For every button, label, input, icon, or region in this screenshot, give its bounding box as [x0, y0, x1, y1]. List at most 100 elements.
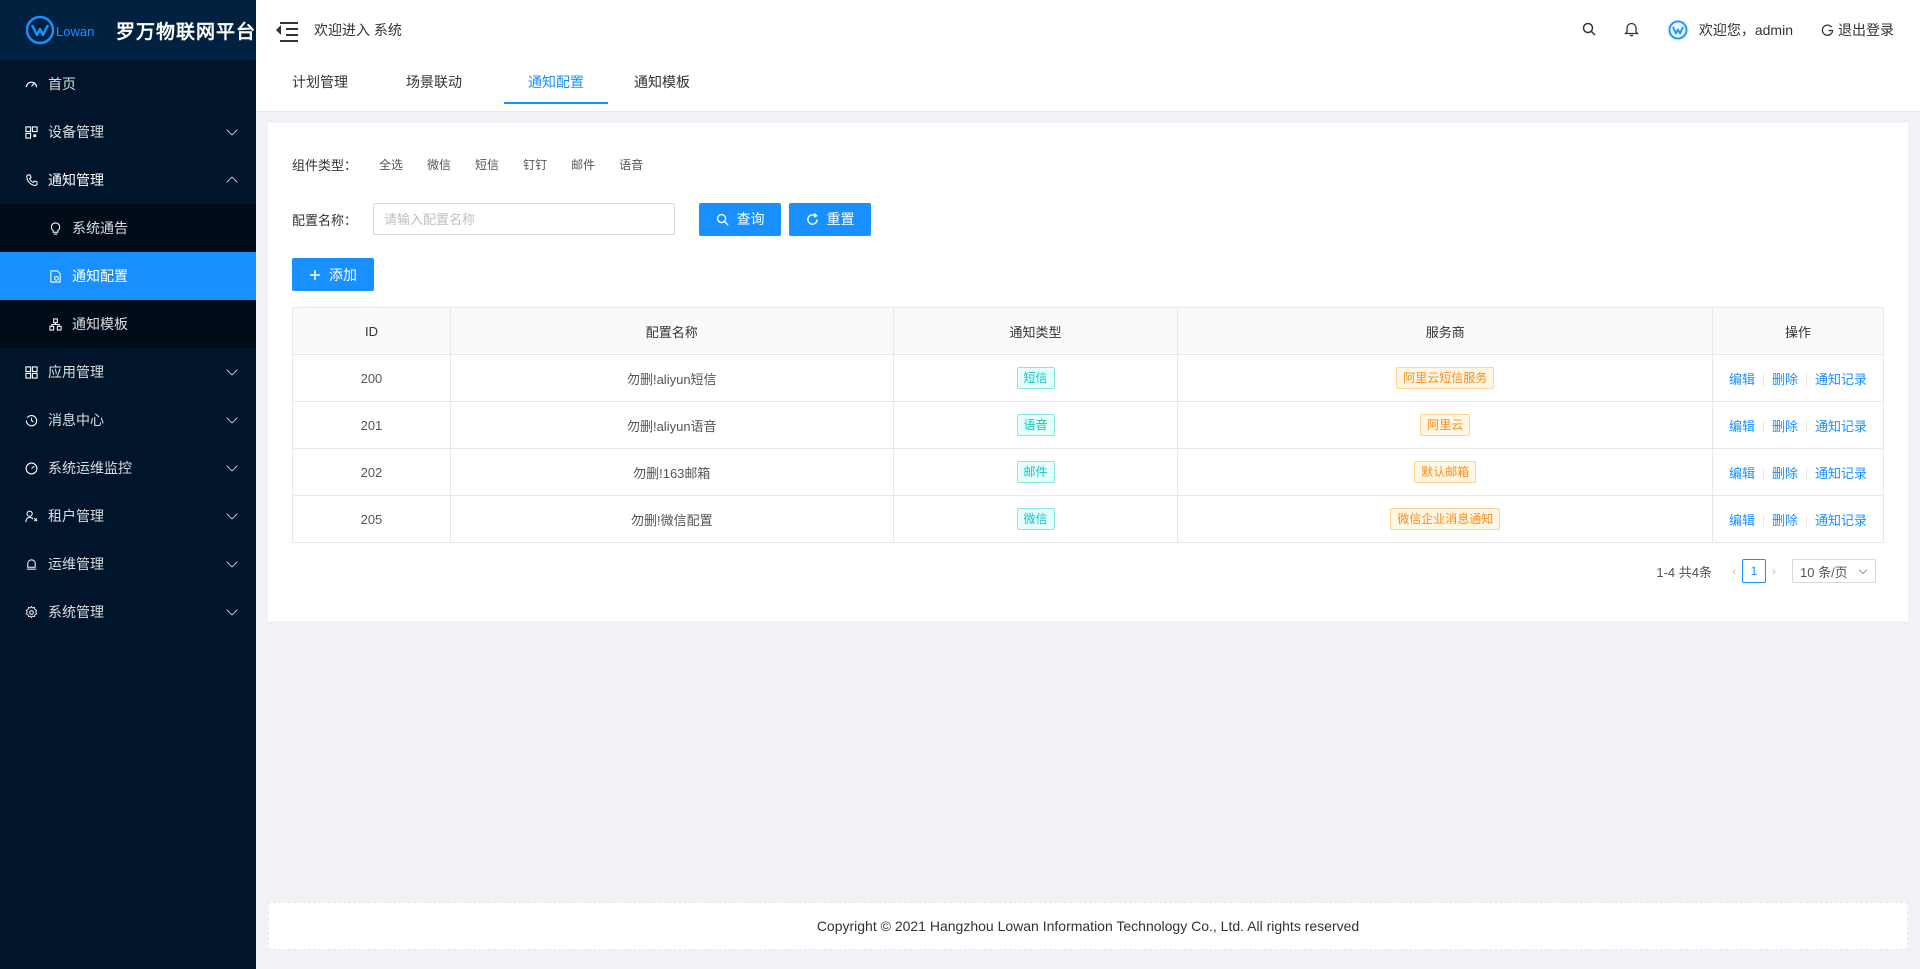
- search-icon: [1582, 22, 1596, 39]
- logout-button[interactable]: 退出登录: [1807, 20, 1920, 40]
- sidebar-item-label: 通知管理: [48, 172, 104, 188]
- sidebar-item-system[interactable]: 系统管理: [0, 588, 256, 636]
- reset-label: 重置: [826, 211, 855, 227]
- sidebar-item-label: 通知配置: [72, 268, 128, 284]
- type-tag: 语音: [1016, 414, 1055, 436]
- sidebar-item-notify[interactable]: 通知管理: [0, 156, 256, 204]
- notify-submenu: 系统通告 通知配置 通知模板: [0, 204, 256, 348]
- sidebar-item-message[interactable]: 消息中心: [0, 396, 256, 444]
- sidebar-item-home[interactable]: 首页: [0, 60, 256, 108]
- history-icon: [24, 413, 38, 427]
- sidebar-item-label: 设备管理: [48, 124, 104, 140]
- edit-link[interactable]: 编辑: [1729, 419, 1755, 434]
- sidebar-item-label: 运维管理: [48, 556, 104, 572]
- config-name-input[interactable]: [373, 203, 676, 235]
- cell-name: 勿删!微信配置: [449, 495, 894, 543]
- reset-button[interactable]: 重置: [789, 202, 872, 236]
- cell-id: 201: [292, 401, 451, 449]
- type-tag: 短信: [1016, 367, 1055, 389]
- filter-option[interactable]: 全选: [379, 156, 403, 173]
- sidebar-item-app[interactable]: 应用管理: [0, 348, 256, 396]
- gear-icon: [24, 605, 38, 619]
- plus-icon: [309, 269, 321, 281]
- sidebar-item-notify-config[interactable]: 通知配置: [0, 252, 256, 300]
- pagination: 1-4 共4条 ‹ 1 › 10 条/页: [1656, 559, 1876, 583]
- cell-type: 短信: [892, 354, 1179, 402]
- cell-ops: 编辑 删除 通知记录: [1712, 354, 1884, 402]
- cell-type: 语音: [892, 401, 1179, 449]
- copyright-text: Copyright © 2021 Hangzhou Lowan Informat…: [816, 918, 1360, 934]
- cell-type: 微信: [892, 495, 1179, 543]
- tab-notify-config[interactable]: 通知配置: [504, 60, 608, 104]
- chevron-down-icon: [226, 556, 238, 568]
- chevron-right-icon[interactable]: ›: [1772, 564, 1776, 578]
- filter-option[interactable]: 钉钉: [523, 156, 547, 173]
- sidebar: Lowan 罗万物联网平台 首页 设备管理 通知管理 系统通告 通知配置 通知模…: [0, 0, 256, 969]
- add-button[interactable]: 添加: [292, 258, 374, 291]
- records-link[interactable]: 通知记录: [1815, 419, 1867, 434]
- chevron-down-icon: [1858, 565, 1868, 575]
- col-type: 通知类型: [892, 307, 1179, 355]
- sidebar-item-label: 首页: [48, 76, 76, 92]
- sidebar-item-label: 消息中心: [48, 412, 104, 428]
- filter-option[interactable]: 语音: [619, 156, 643, 173]
- chevron-down-icon: [226, 508, 238, 520]
- divider: [1763, 374, 1765, 387]
- filter-option[interactable]: 短信: [475, 156, 499, 173]
- page-number[interactable]: 1: [1742, 559, 1766, 583]
- chevron-down-icon: [226, 412, 238, 424]
- tab-notify-template[interactable]: 通知模板: [622, 60, 702, 112]
- config-name-label: 配置名称：: [292, 212, 358, 228]
- delete-link[interactable]: 删除: [1772, 466, 1798, 481]
- table-header-row: ID 配置名称 通知类型 服务商 操作: [292, 307, 1884, 355]
- header-search-button[interactable]: [1568, 0, 1610, 60]
- delete-link[interactable]: 删除: [1772, 513, 1798, 528]
- user-switch-icon: [24, 509, 38, 523]
- sidebar-item-monitor[interactable]: 系统运维监控: [0, 444, 256, 492]
- qrcode-icon: [24, 125, 38, 139]
- records-link[interactable]: 通知记录: [1815, 513, 1867, 528]
- search-icon: [716, 213, 729, 226]
- type-tag: 邮件: [1016, 461, 1055, 483]
- filter-option[interactable]: 微信: [427, 156, 451, 173]
- records-link[interactable]: 通知记录: [1815, 466, 1867, 481]
- sidebar-item-notify-template[interactable]: 通知模板: [0, 300, 256, 348]
- delete-link[interactable]: 删除: [1772, 419, 1798, 434]
- header-actions: 欢迎您，admin 退出登录: [1568, 0, 1920, 60]
- delete-link[interactable]: 删除: [1772, 372, 1798, 387]
- dashboard-icon: [24, 77, 38, 91]
- divider: [1806, 374, 1808, 387]
- notification-button[interactable]: [1610, 0, 1653, 60]
- brand-logo[interactable]: Lowan 罗万物联网平台: [0, 0, 256, 60]
- edit-link[interactable]: 编辑: [1729, 466, 1755, 481]
- edit-link[interactable]: 编辑: [1729, 372, 1755, 387]
- tab-plan[interactable]: 计划管理: [280, 60, 360, 112]
- divider: [1806, 421, 1808, 434]
- cell-provider: 阿里云短信服务: [1177, 354, 1714, 402]
- tab-scene[interactable]: 场景联动: [394, 60, 474, 112]
- tabs-bar: 计划管理 场景联动 通知配置 通知模板: [256, 60, 1920, 112]
- cell-provider: 默认邮箱: [1177, 448, 1714, 496]
- records-link[interactable]: 通知记录: [1815, 372, 1867, 387]
- table-row: 202 勿删!163邮箱 邮件 默认邮箱 编辑 删除 通知记录: [292, 448, 1884, 496]
- add-label: 添加: [329, 266, 357, 283]
- col-provider: 服务商: [1177, 307, 1714, 355]
- filter-option[interactable]: 邮件: [571, 156, 595, 173]
- sidebar-item-tenant[interactable]: 租户管理: [0, 492, 256, 540]
- page-size-select[interactable]: 10 条/页: [1792, 559, 1876, 583]
- edit-link[interactable]: 编辑: [1729, 513, 1755, 528]
- content-card: 组件类型： 全选 微信 短信 钉钉 邮件 语音 配置名称： 查询 重置 添加: [268, 123, 1908, 621]
- query-button[interactable]: 查询: [699, 202, 782, 236]
- menu-fold-icon[interactable]: [276, 21, 298, 42]
- bulb-icon: [48, 221, 62, 235]
- sidebar-item-label: 系统运维监控: [48, 460, 132, 476]
- sidebar-item-system-notice[interactable]: 系统通告: [0, 204, 256, 252]
- provider-tag: 阿里云短信服务: [1396, 367, 1495, 389]
- chevron-up-icon: [226, 176, 238, 188]
- sidebar-item-device[interactable]: 设备管理: [0, 108, 256, 156]
- sidebar-item-ops[interactable]: 运维管理: [0, 540, 256, 588]
- chevron-left-icon[interactable]: ‹: [1732, 564, 1736, 578]
- filter-label: 组件类型：: [292, 158, 358, 173]
- logout-icon: [1821, 23, 1834, 37]
- user-menu[interactable]: 欢迎您，admin: [1653, 19, 1807, 41]
